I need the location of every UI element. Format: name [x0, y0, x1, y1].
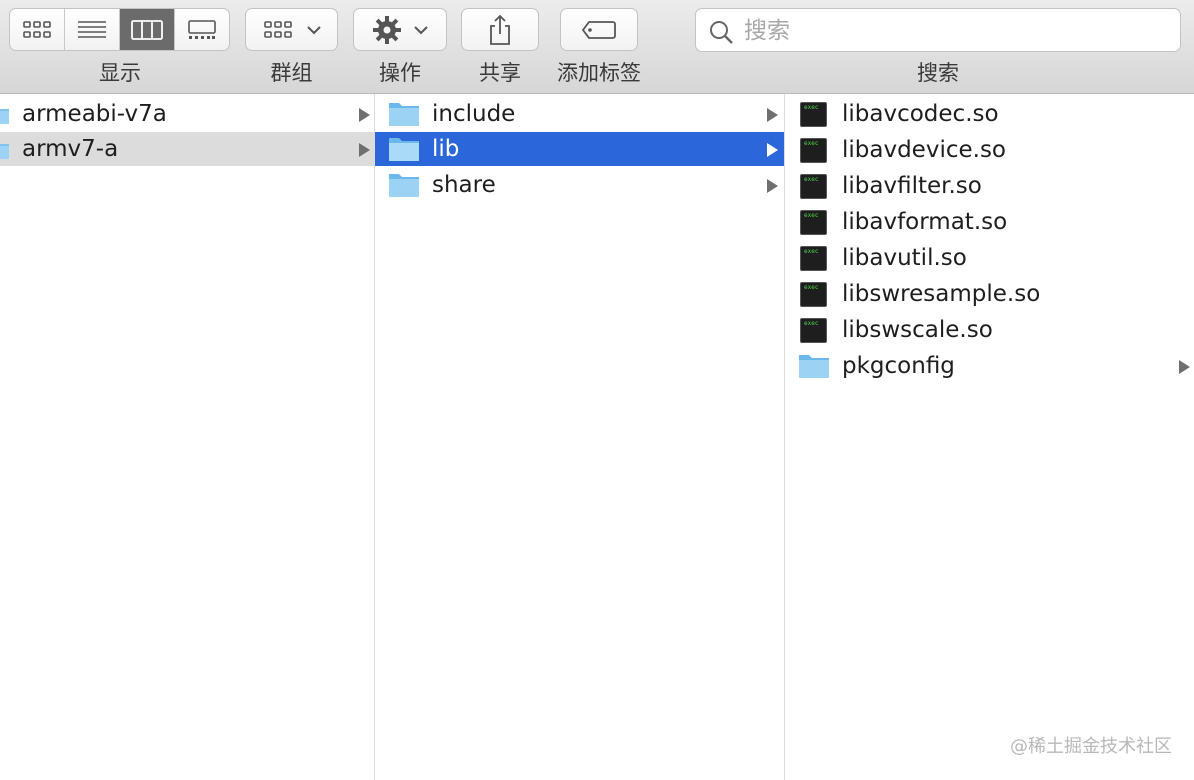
column-3: exec libavcodec.so exec libavdevice.so e…	[785, 94, 1194, 780]
search-icon	[710, 21, 733, 44]
icon-grid-icon	[23, 20, 51, 38]
action-menu-button[interactable]	[353, 8, 447, 51]
folder-icon	[0, 144, 9, 159]
row-share[interactable]: share	[375, 168, 784, 202]
row-armeabi-v7a[interactable]: armeabi-v7a	[0, 97, 374, 131]
folder-icon	[389, 174, 419, 197]
executable-icon: exec	[800, 210, 827, 235]
folder-icon	[389, 138, 419, 161]
file-name: libavutil.so	[842, 245, 967, 271]
chevron-down-icon	[306, 25, 321, 34]
file-name: libavdevice.so	[842, 137, 1006, 163]
add-tag-button[interactable]	[560, 8, 638, 51]
chevron-down-icon	[414, 25, 428, 34]
gear-icon	[373, 15, 401, 44]
row-lib[interactable]: lib	[375, 132, 784, 166]
file-name: pkgconfig	[842, 353, 955, 379]
folder-icon	[389, 103, 419, 126]
search-input[interactable]	[742, 13, 1166, 49]
file-name: armv7-a	[22, 136, 119, 162]
share-button[interactable]	[461, 8, 539, 51]
disclosure-arrow-icon	[767, 179, 778, 193]
row-armv7-a[interactable]: armv7-a	[0, 132, 374, 166]
row-libavformat[interactable]: exec libavformat.so	[785, 205, 1194, 239]
view-mode-segmented-control	[9, 8, 230, 51]
column-view-button[interactable]	[120, 9, 175, 50]
executable-icon: exec	[800, 282, 827, 307]
executable-icon: exec	[800, 246, 827, 271]
file-name: libswresample.so	[842, 281, 1041, 307]
list-lines-icon	[78, 20, 106, 38]
disclosure-arrow-icon	[359, 108, 370, 122]
disclosure-arrow-icon	[767, 143, 778, 157]
share-icon	[490, 14, 510, 45]
row-libswscale[interactable]: exec libswscale.so	[785, 313, 1194, 347]
add-tag-label: 添加标签	[557, 61, 641, 85]
row-libavdevice[interactable]: exec libavdevice.so	[785, 133, 1194, 167]
watermark: @稀土掘金技术社区	[1010, 736, 1172, 757]
group-label: 群组	[270, 61, 313, 85]
gallery-view-button[interactable]	[175, 9, 229, 50]
share-label: 共享	[479, 61, 521, 85]
toolbar: 显示 群组 操作 共享 添加标签 搜索 搜索	[0, 0, 1194, 94]
folder-icon	[799, 355, 829, 378]
folder-icon	[0, 109, 9, 124]
row-libavfilter[interactable]: exec libavfilter.so	[785, 169, 1194, 203]
disclosure-arrow-icon	[359, 143, 370, 157]
action-label: 操作	[379, 61, 421, 85]
icon-view-button[interactable]	[10, 9, 65, 50]
executable-icon: exec	[800, 102, 827, 127]
row-libavutil[interactable]: exec libavutil.so	[785, 241, 1194, 275]
column-1: armeabi-v7a armv7-a	[0, 94, 375, 780]
row-libswresample[interactable]: exec libswresample.so	[785, 277, 1194, 311]
executable-icon: exec	[800, 174, 827, 199]
executable-icon: exec	[800, 138, 827, 163]
tag-icon	[581, 20, 616, 39]
disclosure-arrow-icon	[767, 108, 778, 122]
group-by-button[interactable]	[245, 8, 338, 51]
file-name: libavfilter.so	[842, 173, 982, 199]
search-field[interactable]	[695, 8, 1181, 52]
file-name: include	[432, 101, 516, 127]
view-label: 显示	[99, 61, 141, 85]
row-pkgconfig[interactable]: pkgconfig	[785, 349, 1194, 383]
group-grid-icon	[263, 20, 292, 38]
columns-icon	[131, 19, 163, 40]
list-view-button[interactable]	[65, 9, 120, 50]
column-2: include lib share	[375, 94, 785, 780]
file-name: libavformat.so	[842, 209, 1008, 235]
file-name: lib	[432, 136, 460, 162]
search-label: 搜索	[917, 61, 959, 85]
executable-icon: exec	[800, 318, 827, 343]
file-name: libswscale.so	[842, 317, 993, 343]
row-include[interactable]: include	[375, 97, 784, 131]
file-name: libavcodec.so	[842, 101, 999, 127]
row-libavcodec[interactable]: exec libavcodec.so	[785, 97, 1194, 131]
disclosure-arrow-icon	[1179, 360, 1190, 374]
gallery-icon	[188, 19, 216, 39]
file-name: armeabi-v7a	[22, 101, 167, 127]
file-name: share	[432, 172, 496, 198]
